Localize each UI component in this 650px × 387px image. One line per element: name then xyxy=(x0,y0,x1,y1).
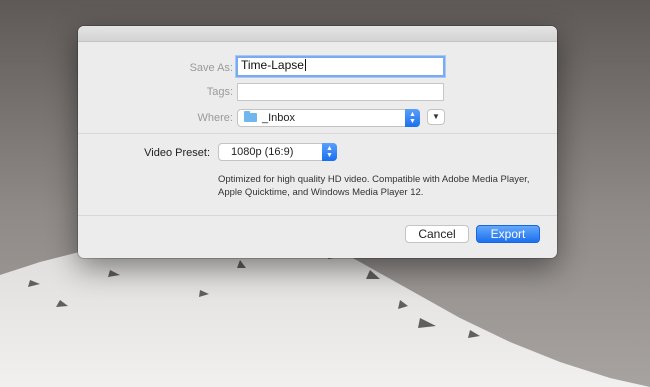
where-label: Where: xyxy=(197,112,233,124)
video-preset-popup[interactable]: 1080p (16:9) ▲ ▼ xyxy=(218,143,337,161)
save-as-field[interactable]: Time-Lapse xyxy=(236,56,445,77)
export-button[interactable]: Export xyxy=(476,225,540,243)
separator xyxy=(78,215,557,216)
export-dialog: Save As: Time-Lapse Tags: Where: _Inbox … xyxy=(78,26,557,258)
preset-description: Optimized for high quality HD video. Com… xyxy=(218,173,557,199)
folder-icon xyxy=(244,111,257,122)
description-line-2: Apple Quicktime, and Windows Media Playe… xyxy=(218,187,424,198)
video-preset-label: Video Preset: xyxy=(144,147,210,159)
up-down-arrows-icon: ▲ ▼ xyxy=(322,143,337,161)
up-down-arrows-icon: ▲ ▼ xyxy=(405,109,420,127)
chevron-down-icon: ▼ xyxy=(432,112,440,121)
where-popup[interactable]: _Inbox ▲ ▼ xyxy=(237,109,420,127)
save-as-value: Time-Lapse xyxy=(241,58,304,72)
cancel-button[interactable]: Cancel xyxy=(405,225,469,243)
tags-label: Tags: xyxy=(206,86,233,98)
expand-button[interactable]: ▼ xyxy=(427,109,445,125)
text-caret xyxy=(304,59,306,71)
description-line-1: Optimized for high quality HD video. Com… xyxy=(218,174,530,185)
where-value: _Inbox xyxy=(262,112,296,124)
tags-field[interactable] xyxy=(237,83,444,101)
separator xyxy=(78,133,557,134)
video-preset-value: 1080p (16:9) xyxy=(231,146,294,158)
dialog-titlebar xyxy=(78,26,557,42)
save-as-label: Save As: xyxy=(189,62,233,74)
